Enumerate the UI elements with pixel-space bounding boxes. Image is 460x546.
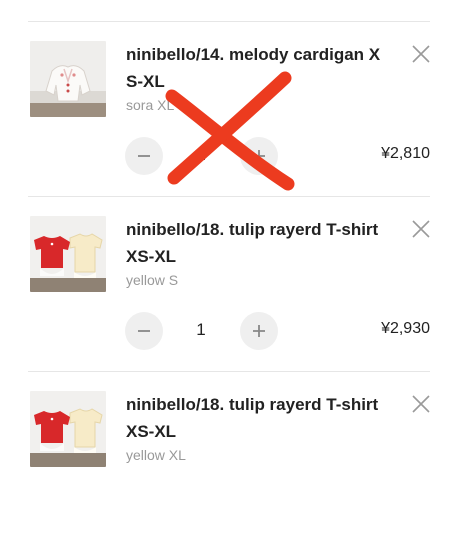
product-variant: yellow S [126, 272, 179, 288]
product-title[interactable]: ninibello/14. melody cardigan XS-XL [126, 41, 388, 95]
cardigan-photo-icon [30, 41, 106, 117]
product-title[interactable]: ninibello/18. tulip rayerd T-shirt XS-XL [126, 216, 388, 270]
decrease-quantity-button[interactable] [125, 137, 163, 175]
remove-item-button[interactable] [410, 218, 432, 240]
increase-quantity-button[interactable] [240, 137, 278, 175]
close-icon [412, 220, 430, 238]
cart-item: ninibello/18. tulip rayerd T-shirt XS-XL… [0, 371, 460, 546]
plus-icon [253, 325, 265, 337]
item-price: ¥2,810 [381, 145, 430, 162]
plus-icon [253, 150, 265, 162]
tshirt-photo-icon [30, 391, 106, 467]
tshirt-photo-icon [30, 216, 106, 292]
item-price: ¥2,930 [381, 320, 430, 337]
close-icon [412, 45, 430, 63]
product-thumbnail[interactable] [30, 391, 106, 467]
cart-item: ninibello/14. melody cardigan XS-XL sora… [0, 21, 460, 196]
decrease-quantity-button[interactable] [125, 312, 163, 350]
close-icon [412, 395, 430, 413]
cart-item: ninibello/18. tulip rayerd T-shirt XS-XL… [0, 196, 460, 371]
remove-item-button[interactable] [410, 393, 432, 415]
quantity-value: 1 [196, 145, 206, 164]
product-thumbnail[interactable] [30, 216, 106, 292]
product-variant: sora XL [126, 97, 175, 113]
product-title[interactable]: ninibello/18. tulip rayerd T-shirt XS-XL [126, 391, 388, 445]
product-thumbnail[interactable] [30, 41, 106, 117]
product-variant: yellow XL [126, 447, 186, 463]
quantity-value: 1 [196, 320, 206, 339]
remove-item-button[interactable] [410, 43, 432, 65]
minus-icon [138, 155, 150, 157]
increase-quantity-button[interactable] [240, 312, 278, 350]
minus-icon [138, 330, 150, 332]
